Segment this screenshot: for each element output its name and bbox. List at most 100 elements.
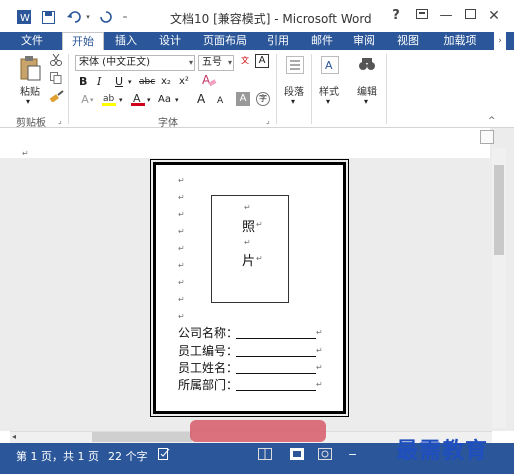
clipboard-group-label: 剪贴板 (16, 118, 46, 129)
zoom-out-icon[interactable]: − (348, 448, 357, 461)
svg-text:W: W (20, 13, 30, 24)
paragraph-mark-icon: ↵ (316, 363, 323, 372)
svg-text:ab: ab (103, 94, 115, 104)
word-count-status[interactable]: 22 个字 (108, 448, 148, 464)
title-bar: W ▾ ₌ 文档10 [兼容模式] - Microsoft Word ? — ✕ (0, 0, 514, 32)
undo-dropdown-icon[interactable]: ▾ (84, 9, 92, 25)
tab-home[interactable]: 开始 (62, 32, 104, 50)
field-company-name-label: 公司名称： (178, 326, 239, 340)
font-size-value: 五号 (202, 57, 222, 68)
chevron-down-icon: ▾ (188, 58, 193, 67)
cut-icon[interactable] (50, 53, 62, 70)
help-button[interactable]: ? (388, 8, 404, 24)
undo-icon[interactable] (66, 9, 82, 25)
scroll-left-icon[interactable]: ◂ (12, 432, 16, 441)
tab-references[interactable]: 引用 (260, 32, 296, 50)
tab-page-layout[interactable]: 页面布局 (196, 32, 254, 50)
change-case-button[interactable]: Aa (158, 93, 171, 107)
collapse-ribbon-icon[interactable]: ^ (488, 114, 496, 128)
redaction-overlay (190, 420, 326, 442)
grow-font-button[interactable]: A (197, 92, 205, 106)
phonetic-guide-icon[interactable]: 文 (238, 54, 252, 68)
field-department-line[interactable] (236, 390, 316, 391)
tab-scroll-right-icon[interactable]: › (494, 32, 506, 50)
paragraph-mark-icon: ↵ (178, 261, 185, 270)
page-count-status[interactable]: 第 1 页，共 1 页 (16, 448, 99, 464)
strikethrough-button[interactable]: abc (139, 75, 155, 89)
minimize-button[interactable]: — (438, 8, 454, 24)
paragraph-mark-icon: ↵ (178, 227, 185, 236)
print-layout-icon[interactable] (290, 448, 304, 463)
ruler-toggle[interactable] (480, 130, 494, 144)
font-name-value: 宋体 (中文正文) (79, 57, 150, 68)
ribbon-tab-bar: 文件 开始 插入 设计 页面布局 引用 邮件 审阅 视图 加载项 › (0, 32, 514, 50)
highlight-color-icon[interactable]: ab (101, 91, 117, 111)
paragraph-icon[interactable] (285, 56, 305, 78)
underline-button[interactable]: U (115, 75, 123, 89)
group-separator (276, 54, 277, 124)
enclose-characters-icon[interactable]: 字 (256, 92, 270, 106)
field-employee-id-line[interactable] (236, 356, 316, 357)
italic-button[interactable]: I (97, 75, 101, 89)
paragraph-mark-icon: ↵ (178, 278, 185, 287)
editing-dropdown-icon[interactable]: ▾ (364, 95, 368, 109)
redo-icon[interactable] (98, 9, 114, 25)
proofing-icon[interactable] (158, 448, 170, 463)
clipboard-launcher-icon[interactable]: ⌟ (58, 114, 62, 128)
chevron-down-icon: ▾ (227, 58, 232, 67)
subscript-button[interactable]: x₂ (161, 75, 171, 89)
clear-formatting-icon[interactable]: A (201, 72, 217, 92)
vertical-scroll-thumb[interactable] (494, 165, 504, 255)
window-title: 文档10 [兼容模式] - Microsoft Word (170, 12, 372, 26)
field-company-name-line[interactable] (236, 338, 316, 339)
paste-dropdown-icon[interactable]: ▾ (26, 95, 30, 109)
word-logo-icon: W (16, 9, 32, 25)
paragraph-mark-icon: ↵ (178, 210, 185, 219)
font-size-combo[interactable]: 五号 ▾ (198, 55, 234, 71)
character-border-icon[interactable]: A (255, 54, 269, 68)
tab-design[interactable]: 设计 (152, 32, 188, 50)
superscript-button[interactable]: x² (179, 75, 189, 89)
read-mode-icon[interactable] (258, 448, 272, 463)
field-employee-name-label: 员工姓名： (178, 361, 239, 375)
bold-button[interactable]: B (79, 75, 87, 89)
paragraph-dropdown-icon[interactable]: ▾ (291, 95, 295, 109)
text-effects-dropdown-icon[interactable]: ▾ (90, 93, 94, 107)
highlight-dropdown-icon[interactable]: ▾ (119, 93, 123, 107)
tab-addins[interactable]: 加载项 (436, 32, 484, 50)
web-layout-icon[interactable] (318, 448, 332, 463)
ribbon-display-options-icon[interactable] (414, 8, 430, 24)
tab-file[interactable]: 文件 (10, 32, 54, 50)
format-painter-icon[interactable] (49, 90, 64, 106)
font-color-icon[interactable]: A (131, 91, 145, 111)
tab-view[interactable]: 视图 (390, 32, 426, 50)
copy-icon[interactable] (50, 72, 62, 88)
change-case-dropdown-icon[interactable]: ▾ (175, 93, 179, 107)
font-launcher-icon[interactable]: ⌟ (266, 114, 270, 128)
find-binoculars-icon[interactable] (357, 56, 377, 76)
paragraph-mark-icon: ↵ (178, 312, 185, 321)
styles-dropdown-icon[interactable]: ▾ (326, 95, 330, 109)
paragraph-mark-icon: ↵ (316, 380, 323, 389)
close-button[interactable]: ✕ (486, 8, 502, 24)
character-shading-icon[interactable]: A (236, 92, 250, 106)
tab-review[interactable]: 审阅 (346, 32, 382, 50)
underline-dropdown-icon[interactable]: ▾ (128, 75, 132, 89)
page-top-margin (0, 128, 490, 158)
tab-insert[interactable]: 插入 (108, 32, 144, 50)
shrink-font-button[interactable]: A (217, 94, 223, 108)
field-employee-name-line[interactable] (236, 373, 316, 374)
horizontal-scroll-thumb[interactable] (92, 432, 192, 442)
font-name-combo[interactable]: 宋体 (中文正文) ▾ (75, 55, 195, 71)
paragraph-mark-icon: ↵ (244, 203, 251, 212)
svg-text:A: A (325, 59, 333, 72)
styles-icon[interactable]: A (320, 56, 340, 78)
customize-toolbar-icon[interactable]: ₌ (120, 9, 130, 25)
ribbon: 粘贴 ▾ 剪贴板 ⌟ 宋体 (中文正文) ▾ 五号 ▾ 文 A B I U ▾ … (0, 50, 514, 129)
photo-label-2: 片 (242, 254, 256, 269)
font-color-dropdown-icon[interactable]: ▾ (147, 93, 151, 107)
paste-icon[interactable] (18, 56, 42, 82)
save-icon[interactable] (40, 9, 56, 25)
tab-mailings[interactable]: 邮件 (304, 32, 340, 50)
maximize-button[interactable] (462, 8, 478, 24)
